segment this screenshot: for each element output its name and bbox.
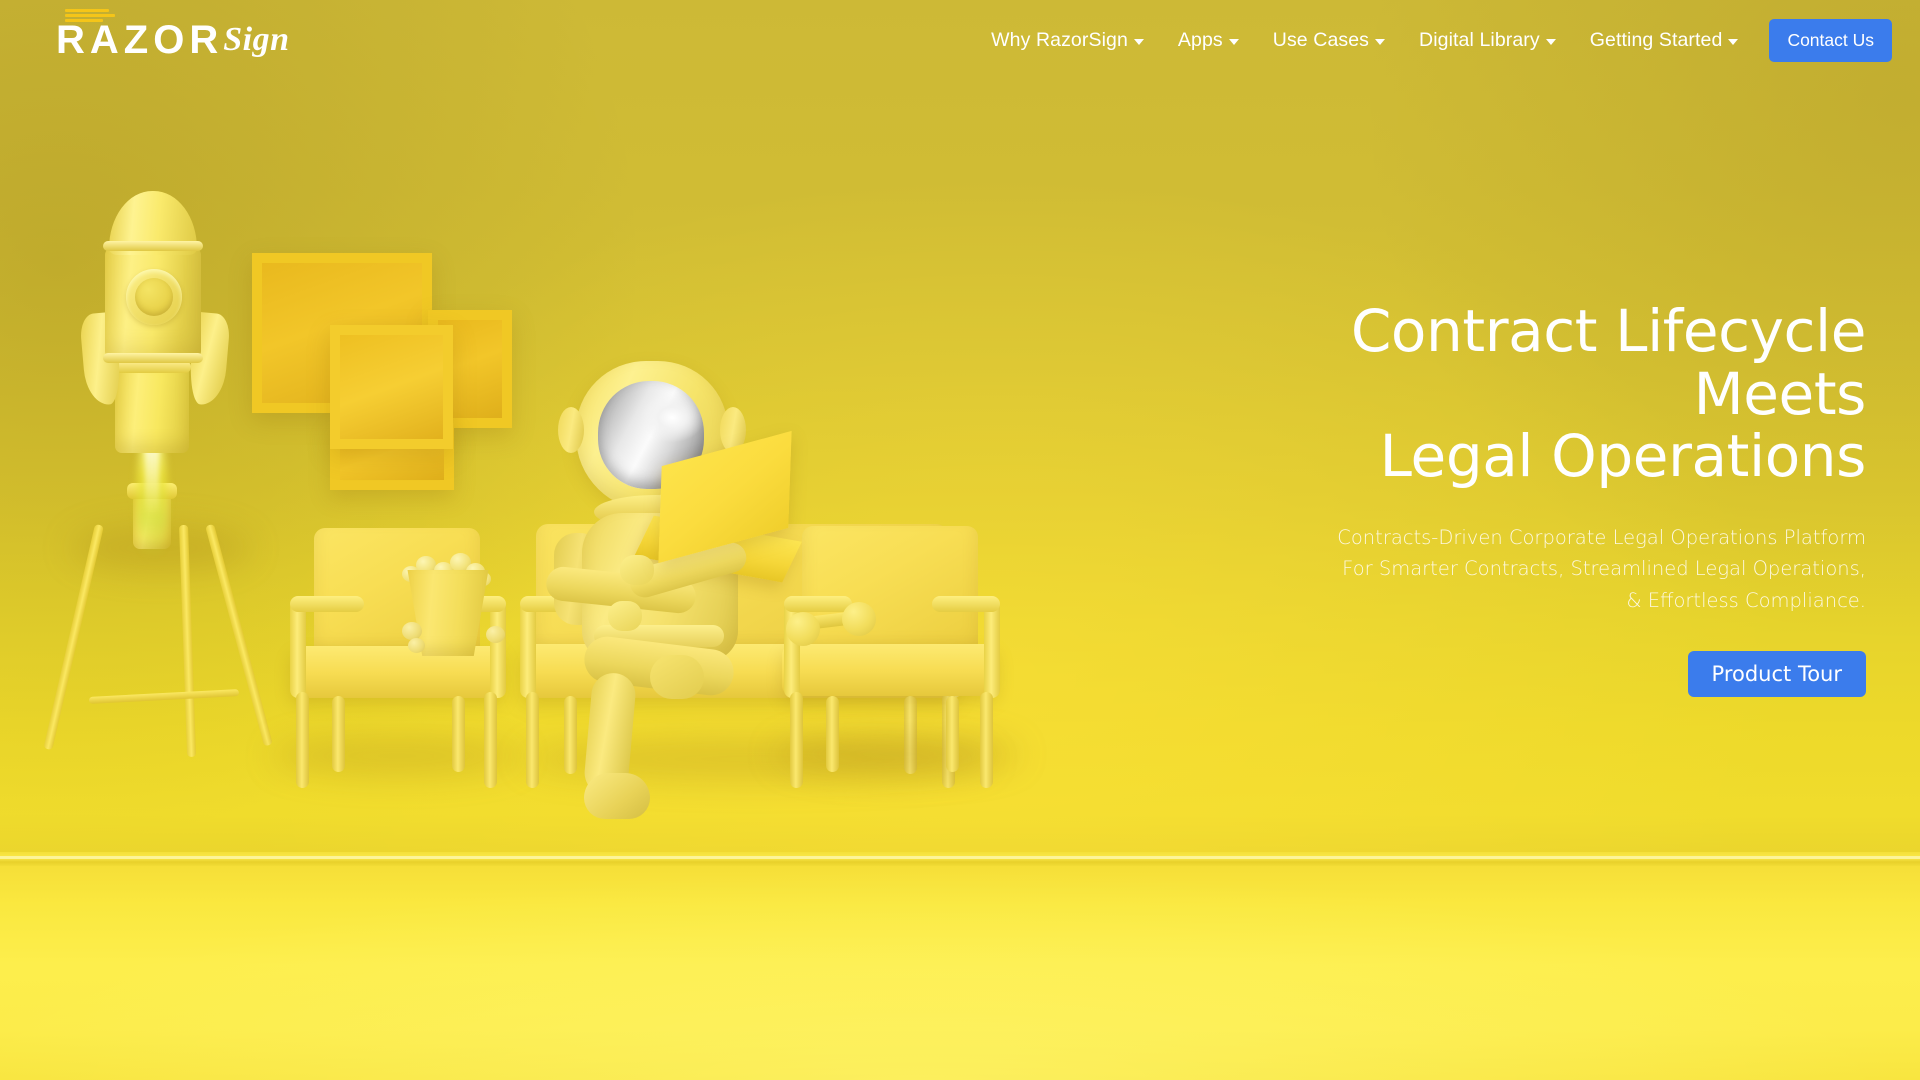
nav-item-label: Use Cases (1272, 28, 1370, 51)
rocket-porthole-inner (135, 278, 173, 316)
nav-item-getting-started[interactable]: Getting Started (1573, 21, 1756, 60)
armchair-arm-post (290, 600, 306, 698)
room-baseboard-highlight (0, 856, 1920, 859)
logo-script-word: Sign (223, 21, 290, 58)
chevron-down-icon (1728, 39, 1739, 45)
astronaut-figure (532, 355, 872, 819)
landing-page-stage: RAZOR Sign Why RazorSign Apps Use Cases … (0, 0, 1920, 1080)
logo-stripes-icon (65, 9, 117, 22)
armchair-arm-post (490, 600, 506, 698)
hero-subheading-line-1: Contracts-Driven Corporate Legal Operati… (1337, 525, 1866, 549)
armchair-armrest (290, 596, 364, 612)
armchair-armrest (932, 596, 1000, 612)
rocket-booster (115, 367, 189, 453)
chevron-down-icon (1133, 39, 1144, 45)
product-tour-button[interactable]: Product Tour (1687, 650, 1866, 697)
primary-navigation: Why RazorSign Apps Use Cases Digital Lib… (974, 18, 1892, 62)
hero-heading-line-1: Contract Lifecycle (1350, 297, 1867, 365)
shelf-box-middle (330, 325, 453, 449)
armchair-leg (946, 696, 959, 772)
rocket-ring (103, 241, 203, 251)
nav-item-digital-library[interactable]: Digital Library (1402, 21, 1573, 60)
chevron-down-icon (1228, 39, 1239, 45)
hero-heading: Contract Lifecycle Meets Legal Operation… (1166, 297, 1867, 491)
chevron-down-icon (1375, 39, 1386, 45)
hero-subheading: Contracts-Driven Corporate Legal Operati… (1166, 522, 1866, 617)
nav-item-label: Apps (1177, 28, 1223, 51)
armchair-leg (296, 692, 309, 788)
astronaut-hand (620, 555, 654, 585)
nav-item-label: Getting Started (1589, 28, 1723, 51)
astronaut-helmet-earpiece (558, 407, 584, 453)
contact-us-button[interactable]: Contact Us (1769, 18, 1892, 62)
astronaut-knee-pad (650, 655, 704, 699)
popcorn-loose-kernel (402, 622, 422, 640)
nav-item-label: Why RazorSign (991, 28, 1128, 51)
astronaut-boot (584, 773, 650, 819)
rocket-ring (103, 353, 203, 363)
armchair-leg (452, 696, 465, 772)
chevron-down-icon (1545, 39, 1556, 45)
armchair-leg (980, 692, 993, 788)
astronaut-hand (608, 601, 642, 631)
armchair-arm-post (984, 600, 1000, 698)
nav-item-use-cases[interactable]: Use Cases (1256, 21, 1402, 60)
razorsign-logo[interactable]: RAZOR Sign (56, 9, 290, 62)
hero-subheading-line-3: & Effortless Compliance. (1626, 589, 1866, 613)
hero-content: Contract Lifecycle Meets Legal Operation… (1166, 300, 1866, 697)
popcorn-loose-kernel (486, 626, 505, 643)
site-header: RAZOR Sign Why RazorSign Apps Use Cases … (0, 0, 1920, 80)
armchair-leg (332, 696, 345, 772)
logo-wordmark: RAZOR (56, 18, 224, 62)
tripod-crossbar (88, 689, 240, 704)
armchair-leg (484, 692, 497, 788)
room-floor (0, 866, 1920, 1080)
popcorn-loose-kernel (408, 638, 425, 653)
nav-item-label: Digital Library (1419, 28, 1540, 51)
hero-heading-line-2: Meets (1693, 359, 1867, 428)
nav-item-why-razorsign[interactable]: Why RazorSign (974, 21, 1161, 60)
hero-heading-line-3: Legal Operations (1379, 422, 1867, 491)
hero-subheading-line-2: For Smarter Contracts, Streamlined Legal… (1342, 557, 1866, 581)
nav-item-apps[interactable]: Apps (1161, 21, 1256, 60)
